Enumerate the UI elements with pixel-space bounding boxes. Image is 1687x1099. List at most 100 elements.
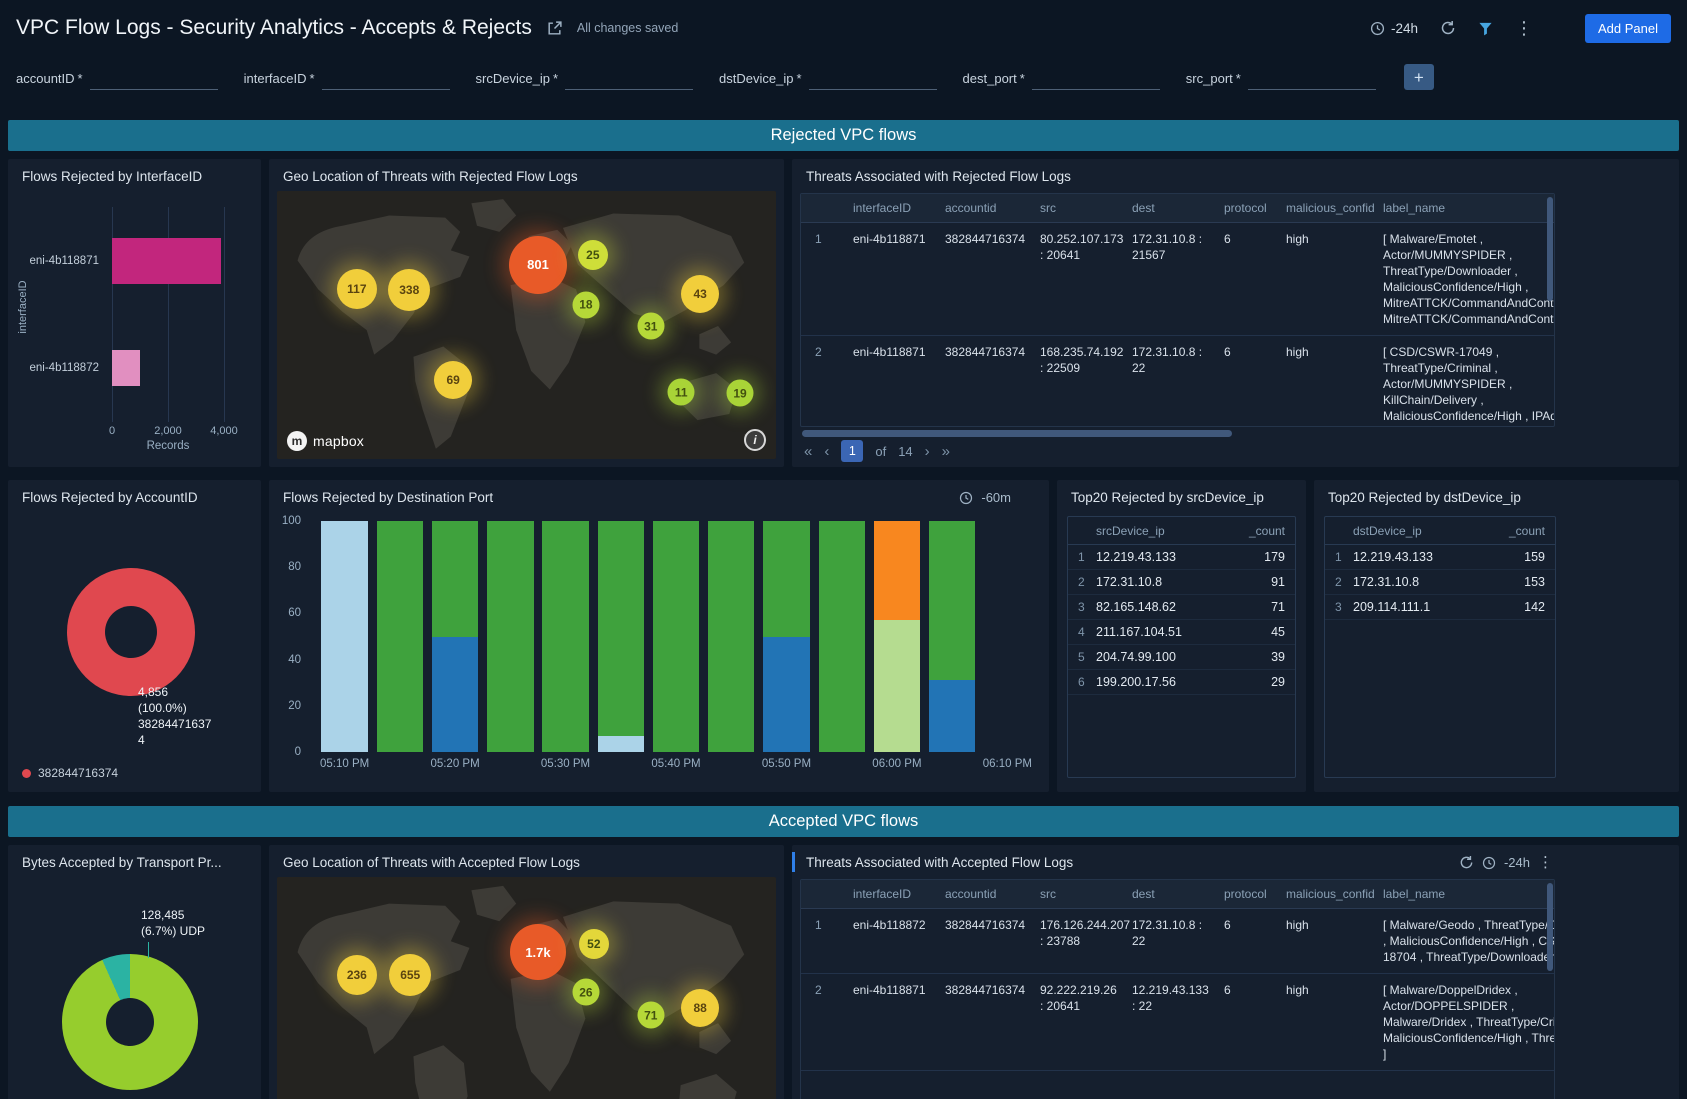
world-map[interactable]: 117 338 801 25 18 31 43 69 11 19 m mapbox i — [277, 191, 776, 459]
bytes-donut[interactable] — [62, 954, 198, 1090]
stacked-bar[interactable] — [432, 521, 478, 752]
column-header-interfaceID[interactable]: interfaceID — [845, 194, 937, 223]
bar-eni-4b118871[interactable] — [112, 238, 221, 284]
column-header-dest[interactable]: dest — [1124, 194, 1216, 223]
top-table-row[interactable]: 6199.200.17.5629 — [1068, 670, 1295, 695]
stacked-bar[interactable] — [377, 521, 423, 752]
kebab-menu-icon[interactable]: ⋮ — [1538, 855, 1553, 870]
map-bubble[interactable]: 117 — [337, 269, 377, 309]
stacked-bar[interactable] — [542, 521, 588, 752]
bar-eni-4b118872[interactable] — [112, 350, 140, 386]
stacked-bar[interactable] — [763, 521, 809, 752]
add-filter-button[interactable]: + — [1404, 64, 1434, 90]
threat-table-row[interactable]: 2eni-4b11887138284471637492.222.219.26 :… — [801, 974, 1555, 1071]
map-bubble[interactable]: 655 — [389, 954, 431, 996]
horizontal-scrollbar[interactable] — [802, 430, 1232, 437]
column-header-src[interactable]: src — [1032, 880, 1124, 909]
map-bubble[interactable]: 71 — [637, 1002, 664, 1029]
filter-input-dest_port[interactable] — [1032, 68, 1160, 90]
map-bubble[interactable]: 25 — [578, 240, 608, 270]
map-bubble[interactable]: 52 — [579, 929, 609, 959]
world-map[interactable]: 2366551.7k52267188 m mapbox i — [277, 877, 776, 1099]
column-header-dstDevice_ip[interactable]: dstDevice_ip — [1353, 524, 1422, 538]
stacked-bar[interactable] — [708, 521, 754, 752]
map-bubble[interactable]: 801 — [509, 236, 567, 294]
filter-input-accountID[interactable] — [90, 68, 218, 90]
filter-input-srcDevice_ip[interactable] — [565, 68, 693, 90]
last-page-button[interactable]: » — [942, 443, 950, 460]
account-legend-dot — [22, 769, 31, 778]
threat-table-row[interactable]: 2eni-4b118871382844716374168.235.74.192 … — [801, 336, 1555, 428]
column-header-accountid[interactable]: accountid — [937, 194, 1032, 223]
column-header-count[interactable]: _count — [1509, 524, 1545, 538]
column-header-protocol[interactable]: protocol — [1216, 194, 1278, 223]
column-header-count[interactable]: _count — [1249, 524, 1285, 538]
top-table-row[interactable]: 2172.31.10.891 — [1068, 570, 1295, 595]
vertical-scrollbar[interactable] — [1547, 883, 1553, 971]
threat-table-row[interactable]: 1eni-4b118872382844716374176.126.244.207… — [801, 909, 1555, 974]
column-header-interfaceID[interactable]: interfaceID — [845, 880, 937, 909]
panel-row: Flows Rejected by AccountID 4,856 (100.0… — [8, 480, 1679, 792]
refresh-icon[interactable] — [1459, 855, 1474, 870]
top-table-row[interactable]: 112.219.43.133159 — [1325, 545, 1555, 570]
panel-drag-indicator[interactable] — [792, 852, 795, 872]
first-page-button[interactable]: « — [804, 443, 812, 460]
map-bubble[interactable]: 18 — [572, 291, 599, 318]
stacked-bar[interactable] — [929, 521, 975, 752]
top-table-row[interactable]: 2172.31.10.8153 — [1325, 570, 1555, 595]
map-bubble[interactable]: 43 — [681, 275, 719, 313]
map-bubble[interactable]: 88 — [681, 989, 719, 1027]
map-bubble[interactable]: 31 — [637, 313, 664, 340]
column-header-label_name[interactable]: label_name — [1375, 194, 1555, 223]
chart-legend[interactable]: 382844716374 — [22, 766, 118, 780]
info-icon[interactable]: i — [744, 429, 766, 451]
column-header-malicious_confidence[interactable]: malicious_confidence — [1278, 880, 1375, 909]
next-page-button[interactable]: › — [925, 443, 930, 460]
add-panel-button[interactable]: Add Panel — [1585, 14, 1671, 43]
account-donut[interactable] — [67, 568, 195, 696]
top-table-row[interactable]: 3209.114.111.1142 — [1325, 595, 1555, 620]
share-icon[interactable] — [546, 20, 563, 37]
filter-input-interfaceID[interactable] — [322, 68, 450, 90]
column-header-srcDevice_ip[interactable]: srcDevice_ip — [1096, 524, 1165, 538]
column-header-dest[interactable]: dest — [1124, 880, 1216, 909]
column-header-src[interactable]: src — [1032, 194, 1124, 223]
map-bubble[interactable]: 19 — [727, 380, 754, 407]
cell-malicious_confidence: high — [1278, 223, 1375, 336]
prev-page-button[interactable]: ‹ — [824, 443, 829, 460]
map-bubble[interactable]: 1.7k — [510, 924, 566, 980]
top-table-row[interactable]: 4211.167.104.5145 — [1068, 620, 1295, 645]
threats-table-viewport: interfaceIDaccountidsrcdestprotocolmalic… — [800, 193, 1555, 427]
mapbox-attribution[interactable]: m mapbox — [287, 431, 364, 451]
stacked-bar[interactable] — [653, 521, 699, 752]
top-table-row[interactable]: 382.165.148.6271 — [1068, 595, 1295, 620]
map-bubble[interactable]: 26 — [572, 979, 599, 1006]
column-header-label_name[interactable]: label_name — [1375, 880, 1555, 909]
top-table-row[interactable]: 112.219.43.133179 — [1068, 545, 1295, 570]
stacked-bar[interactable] — [819, 521, 865, 752]
stacked-bar[interactable] — [487, 521, 533, 752]
map-bubble[interactable]: 338 — [388, 269, 430, 311]
threat-table-row[interactable]: 1eni-4b11887138284471637480.252.107.173 … — [801, 223, 1555, 336]
stacked-bar[interactable] — [598, 521, 644, 752]
map-bubble[interactable]: 69 — [434, 361, 472, 399]
filter-input-dstDevice_ip[interactable] — [809, 68, 937, 90]
stacked-bar[interactable] — [874, 521, 920, 752]
map-bubble[interactable]: 236 — [337, 955, 377, 995]
filter-icon[interactable] — [1478, 21, 1493, 36]
column-header-accountid[interactable]: accountid — [937, 880, 1032, 909]
top-table-row[interactable]: 5204.74.99.10039 — [1068, 645, 1295, 670]
column-header-protocol[interactable]: protocol — [1216, 880, 1278, 909]
filter-input-src_port[interactable] — [1248, 68, 1376, 90]
time-badge[interactable]: -24h — [1504, 855, 1530, 870]
refresh-icon[interactable] — [1440, 20, 1456, 36]
cell-malicious_confidence: high — [1278, 336, 1375, 428]
vertical-scrollbar[interactable] — [1547, 197, 1553, 301]
map-bubble[interactable]: 11 — [668, 379, 695, 406]
stacked-bar[interactable] — [321, 521, 367, 752]
current-page[interactable]: 1 — [841, 440, 863, 462]
kebab-menu-icon[interactable]: ⋮ — [1515, 19, 1533, 37]
filter-label: srcDevice_ip* — [476, 71, 558, 90]
column-header-malicious_confidence[interactable]: malicious_confidence — [1278, 194, 1375, 223]
time-range-button[interactable]: -24h — [1370, 21, 1418, 36]
